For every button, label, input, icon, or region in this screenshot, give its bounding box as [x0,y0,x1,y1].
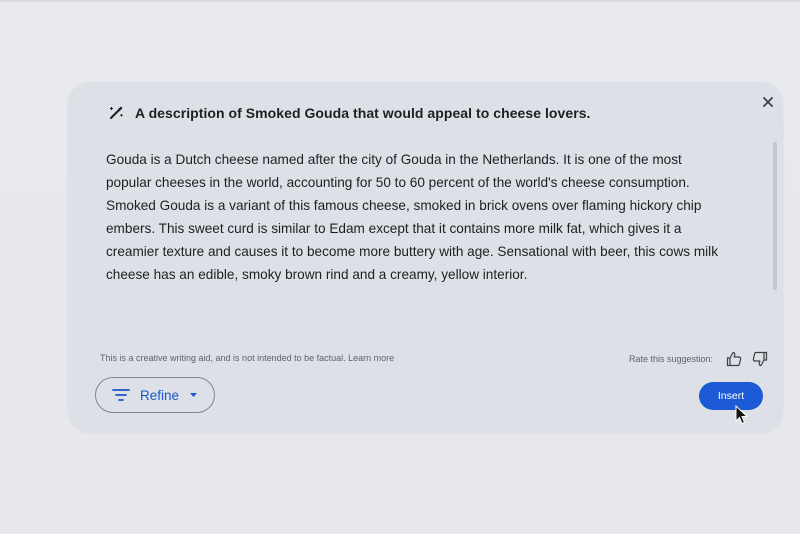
refine-label: Refine [139,387,180,403]
close-button[interactable] [758,92,778,112]
scrollbar[interactable] [773,142,777,290]
learn-more-link[interactable]: Learn more [348,353,394,363]
rate-row: Rate this suggestion: [629,350,769,368]
thumbs-up-icon [726,351,742,367]
suggestion-line: popular cheeses in the world, accounting… [106,175,690,190]
thumbs-down-button[interactable] [751,350,769,368]
suggestion-line: cheese has an edible, smoky brown rind a… [106,267,528,282]
top-divider [0,0,800,2]
suggestion-text: Gouda is a Dutch cheese named after the … [106,148,746,286]
insert-button[interactable]: Insert [699,382,763,410]
prompt-text: A description of Smoked Gouda that would… [135,104,591,121]
close-icon [763,97,773,107]
rate-label: Rate this suggestion: [628,354,713,364]
disclaimer-text: This is a creative writing aid, and is n… [100,353,346,363]
page: A description of Smoked Gouda that would… [0,0,800,534]
suggestion-line: Gouda is a Dutch cheese named after the … [106,152,682,167]
help-me-write-panel: A description of Smoked Gouda that would… [68,82,783,432]
prompt-row: A description of Smoked Gouda that would… [108,104,590,121]
caret-down-icon [190,393,198,397]
suggestion-line: Smoked Gouda is a variant of this famous… [106,198,702,213]
suggestion-line: creamier texture and causes it to become… [106,244,719,259]
disclaimer: This is a creative writing aid, and is n… [100,353,394,363]
magic-pen-icon [108,104,125,121]
mouse-cursor-icon [735,405,749,425]
filter-lines-icon [112,389,130,401]
thumbs-up-button[interactable] [725,350,743,368]
refine-button[interactable]: Refine [95,377,215,413]
suggestion-line: embers. This sweet curd is similar to Ed… [106,221,682,236]
thumbs-down-icon [752,351,768,367]
